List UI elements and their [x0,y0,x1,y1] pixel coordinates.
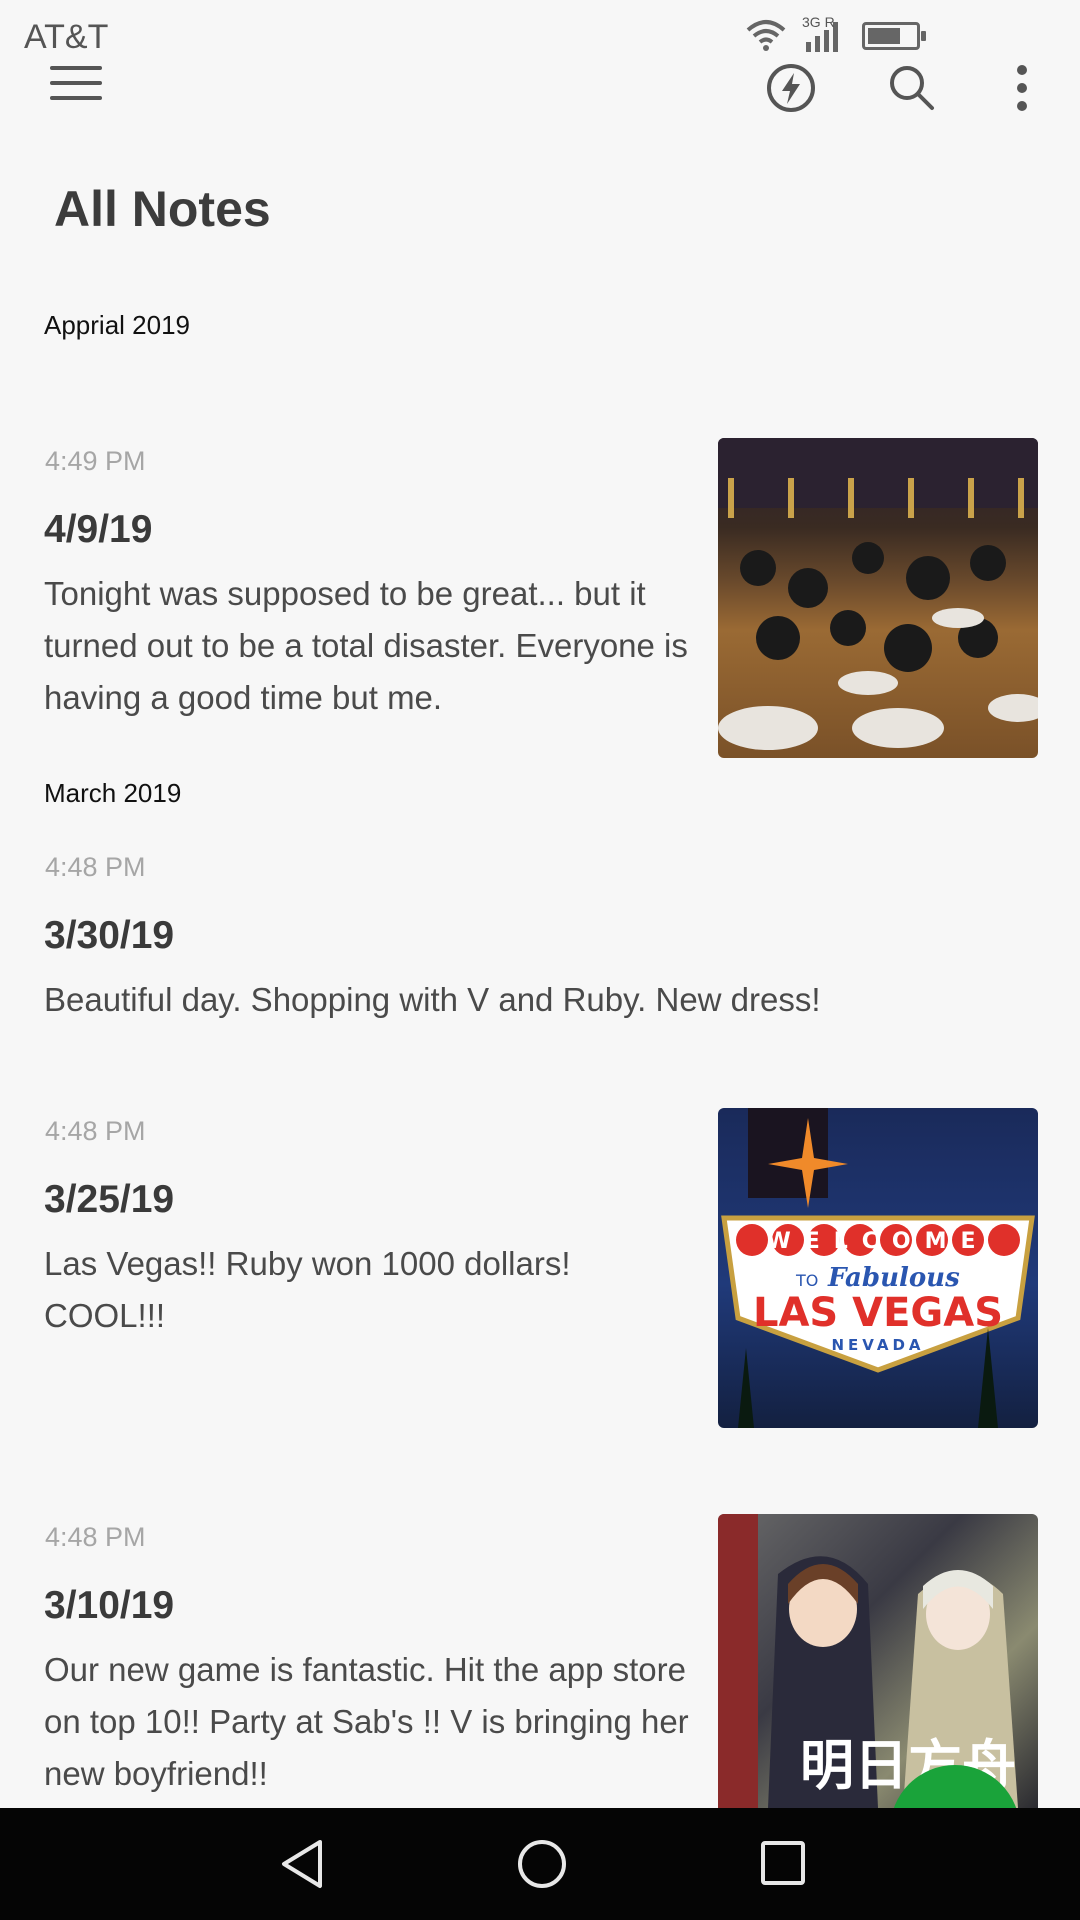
note-thumbnail: 明日方舟 [718,1514,1038,1808]
note-time: 4:49 PM [45,446,146,476]
network-label: 3G R [802,14,835,30]
more-icon[interactable] [1000,62,1044,114]
note-body: Las Vegas!! Ruby won 1000 dollars! COOL!… [44,1245,571,1334]
navigation-bar [0,1808,1080,1920]
note-thumbnail [718,438,1038,758]
nav-back-icon[interactable] [278,1838,326,1890]
signal-icon: 3G R [802,14,838,52]
note-title: 3/25/19 [44,1178,175,1221]
note-item[interactable]: 4:48 PM 3/25/19 Las Vegas!! Ruby won 100… [0,1108,1080,1436]
note-time: 4:48 PM [45,1116,146,1146]
note-thumbnail: WELCOME TO Fabulous LAS VEGAS NEVADA [718,1108,1038,1428]
vegas-welcome-text: WELCOME [766,1229,989,1254]
note-item[interactable]: 4:48 PM 3/10/19 Our new game is fantasti… [0,1514,1080,1812]
note-title: 3/30/19 [44,914,175,957]
toolbar [0,60,1080,170]
anime-image: 明日方舟 [718,1514,1018,1808]
nav-home-icon[interactable] [516,1838,568,1890]
carrier-label: AT&T [24,18,109,56]
month-header: Apprial 2019 [44,310,190,340]
vegas-image: WELCOME TO Fabulous LAS VEGAS NEVADA [721,1108,1035,1428]
vegas-state-text: NEVADA [831,1336,924,1354]
wifi-icon [746,20,786,51]
search-icon[interactable] [886,62,938,114]
vegas-city-text: LAS VEGAS [753,1290,1003,1336]
menu-icon[interactable] [50,66,102,112]
note-body: Tonight was supposed to be great... but … [44,575,688,716]
note-body: Beautiful day. Shopping with V and Ruby.… [44,981,821,1018]
page-title: All Notes [54,181,271,237]
nav-recents-icon[interactable] [760,1840,806,1886]
battery-icon [862,22,926,50]
note-title: 3/10/19 [44,1584,175,1627]
note-item[interactable]: 4:49 PM 4/9/19 Tonight was supposed to b… [0,438,1080,766]
note-item[interactable]: 4:48 PM 3/30/19 Beautiful day. Shopping … [0,852,1080,1052]
party-image [718,438,1038,750]
bolt-icon[interactable] [765,62,817,114]
month-header: March 2019 [44,778,182,808]
status-icons: 3G R [744,14,926,54]
vegas-to-text: TO [795,1271,818,1290]
note-time: 4:48 PM [45,852,146,882]
note-body: Our new game is fantastic. Hit the app s… [44,1651,689,1792]
note-time: 4:48 PM [45,1522,146,1552]
vegas-fabulous-text: Fabulous [827,1263,960,1293]
note-title: 4/9/19 [44,508,153,551]
